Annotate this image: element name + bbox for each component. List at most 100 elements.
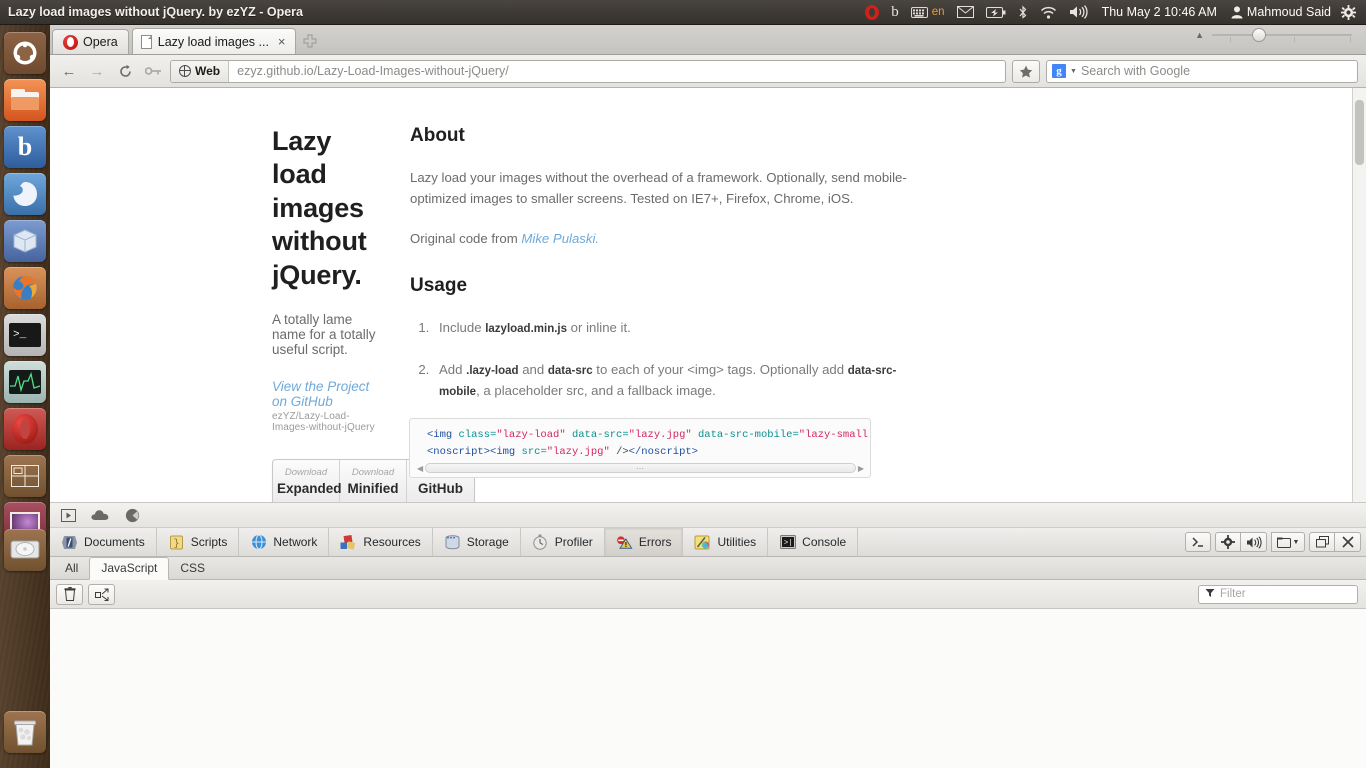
page-scroll-thumb[interactable] bbox=[1355, 100, 1364, 165]
select-element-icon[interactable] bbox=[58, 506, 78, 524]
workspace-switcher-icon[interactable] bbox=[4, 455, 46, 497]
usage2-text-b: and bbox=[518, 361, 548, 377]
gear-icon[interactable] bbox=[1335, 0, 1362, 25]
tab-label: Utilities bbox=[717, 535, 757, 549]
dragonfly-devtools: ▲ Documents } Scripts Network Resources … bbox=[50, 28, 1366, 768]
original-prefix: Original code from bbox=[410, 230, 522, 246]
filter-input[interactable]: Filter bbox=[1198, 584, 1358, 604]
mike-pulaski-link[interactable]: Mike Pulaski. bbox=[521, 231, 599, 246]
battery-icon[interactable] bbox=[980, 0, 1012, 25]
dock-mode-button[interactable]: ▼ bbox=[1271, 532, 1305, 552]
files-icon[interactable] bbox=[4, 79, 46, 121]
tab-storage[interactable]: Storage bbox=[433, 528, 521, 556]
keyboard-icon[interactable]: en bbox=[905, 0, 951, 25]
tab-profiler[interactable]: Profiler bbox=[521, 528, 605, 556]
close-devtools-button[interactable] bbox=[1335, 532, 1361, 552]
opera-menu-button[interactable]: Opera bbox=[52, 29, 129, 54]
globe-icon bbox=[178, 64, 191, 77]
trash-icon[interactable] bbox=[4, 711, 46, 753]
new-tab-button[interactable] bbox=[300, 31, 320, 51]
close-icon[interactable]: × bbox=[275, 34, 289, 49]
funnel-icon bbox=[1205, 588, 1215, 601]
usage2-code-2: data-src bbox=[547, 364, 593, 377]
back-button[interactable]: ← bbox=[58, 60, 80, 82]
system-monitor-icon[interactable] bbox=[4, 361, 46, 403]
bookmark-star-icon[interactable] bbox=[1012, 59, 1040, 83]
download-expanded-button[interactable]: Download Expanded bbox=[273, 460, 342, 502]
original-code-line: Original code from Mike Pulaski. bbox=[410, 228, 940, 249]
volume-icon[interactable] bbox=[1063, 0, 1094, 25]
ubuntu-dash-icon[interactable] bbox=[4, 32, 46, 74]
terminal-icon[interactable]: >_ bbox=[4, 314, 46, 356]
baidu-tray-icon[interactable]: b bbox=[885, 0, 905, 25]
settings-gear-button[interactable] bbox=[1215, 532, 1241, 552]
zoom-slider[interactable] bbox=[1212, 28, 1352, 42]
search-field[interactable]: g ▼ Search with Google bbox=[1046, 59, 1358, 83]
code-horizontal-scrollbar[interactable]: ◀ ⋯ ▶ bbox=[417, 462, 864, 474]
utilities-icon bbox=[694, 534, 711, 551]
tab-network[interactable]: Network bbox=[239, 528, 330, 556]
virtualbox-icon[interactable] bbox=[4, 220, 46, 262]
hero-line-2: without jQuery. bbox=[272, 226, 367, 290]
tab-resources[interactable]: Resources bbox=[329, 528, 433, 556]
tab-label: Profiler bbox=[554, 535, 593, 549]
scroll-right-arrow[interactable]: ▶ bbox=[858, 464, 864, 473]
tab-console[interactable]: >| Console bbox=[768, 528, 859, 556]
documents-icon bbox=[61, 534, 78, 551]
zoom-tick bbox=[1350, 37, 1351, 42]
tab-title: Lazy load images ... bbox=[157, 34, 269, 49]
tab-utilities[interactable]: Utilities bbox=[683, 528, 769, 556]
tab-scripts[interactable]: } Scripts bbox=[157, 528, 240, 556]
reload-button[interactable] bbox=[114, 60, 136, 82]
wifi-icon[interactable] bbox=[1034, 0, 1063, 25]
opera-tray-icon[interactable] bbox=[859, 0, 885, 25]
command-line-button[interactable] bbox=[1185, 532, 1211, 552]
collapse-caret-icon[interactable]: ▲ bbox=[1195, 30, 1204, 40]
project-link-block[interactable]: View the Project on GitHub ezYZ/Lazy-Loa… bbox=[272, 379, 380, 433]
usage2-text-c: to each of your <img> tags. Optionally a… bbox=[592, 361, 848, 377]
clear-errors-button[interactable] bbox=[56, 583, 83, 605]
disk-drive-icon[interactable] bbox=[4, 529, 46, 571]
tab-errors[interactable]: Errors bbox=[604, 528, 684, 556]
page-vertical-scrollbar[interactable] bbox=[1352, 88, 1366, 502]
usage2-text-a: Add bbox=[439, 361, 467, 377]
keyboard-layout-label: en bbox=[931, 6, 945, 18]
forward-button[interactable]: → bbox=[86, 60, 108, 82]
key-icon[interactable] bbox=[142, 60, 164, 82]
gauge-icon[interactable] bbox=[122, 506, 142, 524]
code-line-1: <img class="lazy-load" data-src="lazy.jp… bbox=[427, 427, 870, 444]
sub-tab-javascript[interactable]: JavaScript bbox=[89, 557, 170, 580]
browser-tab-active[interactable]: Lazy load images ... × bbox=[131, 28, 296, 54]
detach-window-button[interactable] bbox=[1309, 532, 1335, 552]
tab-documents[interactable]: Documents bbox=[50, 528, 157, 556]
user-name[interactable]: Mahmoud Said bbox=[1245, 5, 1335, 19]
code-sample-box[interactable]: <img class="lazy-load" data-src="lazy.jp… bbox=[409, 418, 871, 478]
code-token: "lazy-small.jpg" bbox=[798, 429, 870, 441]
code-scroll-thumb[interactable]: ⋯ bbox=[425, 463, 856, 473]
baidu-browser-icon[interactable]: b bbox=[4, 126, 46, 168]
chromium-icon[interactable] bbox=[4, 173, 46, 215]
url-host: ezyz.github.io bbox=[237, 64, 314, 78]
zoom-slider-knob[interactable] bbox=[1252, 28, 1266, 42]
usage1-code: lazyload.min.js bbox=[485, 323, 568, 336]
scroll-left-arrow[interactable]: ◀ bbox=[417, 464, 423, 473]
sub-tab-css[interactable]: CSS bbox=[169, 558, 216, 579]
opera-icon[interactable] bbox=[4, 408, 46, 450]
chevron-down-icon[interactable]: ▼ bbox=[1070, 68, 1077, 75]
bluetooth-icon[interactable] bbox=[1012, 0, 1034, 25]
url-field[interactable]: Web ezyz.github.io/Lazy-Load-Images-with… bbox=[170, 59, 1006, 83]
devtools-tab-bar: Documents } Scripts Network Resources St… bbox=[50, 528, 1366, 557]
sub-tab-all[interactable]: All bbox=[54, 558, 89, 579]
url-path: /Lazy-Load-Images-without-jQuery/ bbox=[313, 64, 509, 78]
view-project-link[interactable]: View the Project on GitHub bbox=[272, 379, 380, 409]
usage1-text-a: Include bbox=[439, 320, 486, 336]
devtools-error-list[interactable] bbox=[50, 609, 1366, 768]
web-badge[interactable]: Web bbox=[171, 60, 230, 82]
expand-all-button[interactable] bbox=[88, 583, 115, 605]
sound-toggle-button[interactable] bbox=[1241, 532, 1267, 552]
page-tagline: A totally lame name for a totally useful… bbox=[272, 312, 376, 358]
cloud-icon[interactable] bbox=[90, 506, 110, 524]
firefox-icon[interactable] bbox=[4, 267, 46, 309]
mail-icon[interactable] bbox=[951, 0, 980, 25]
clock[interactable]: Thu May 2 10:46 AM bbox=[1094, 5, 1225, 19]
